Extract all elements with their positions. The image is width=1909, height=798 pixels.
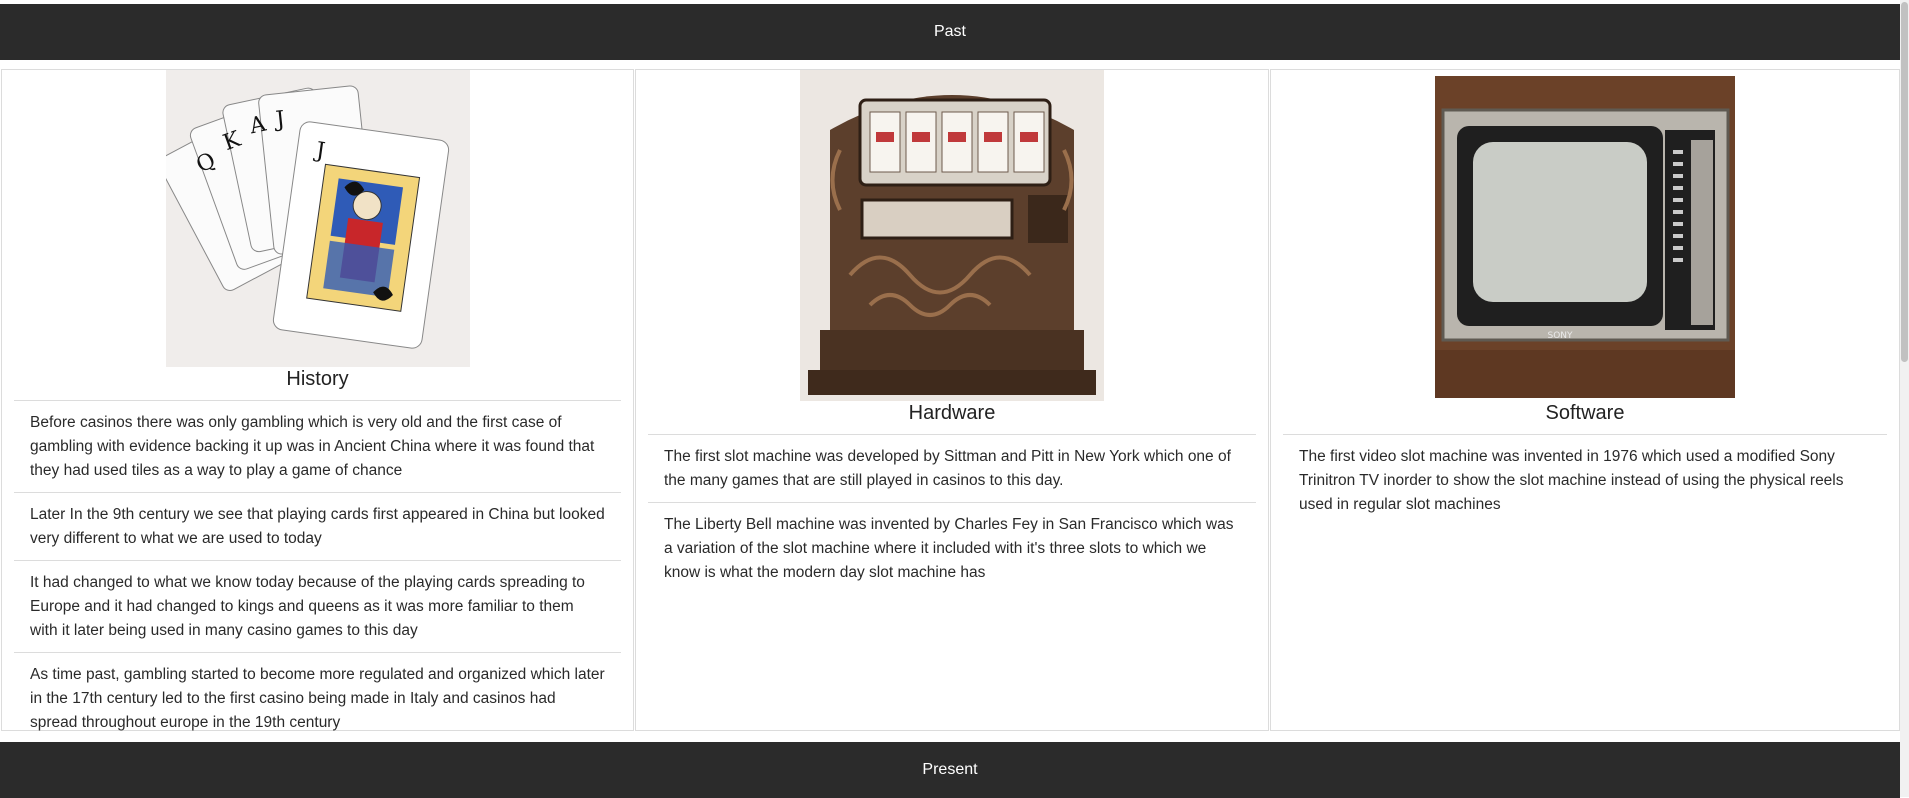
tv-brand-text: SONY <box>1547 331 1573 341</box>
hardware-list: The first slot machine was developed by … <box>648 434 1256 594</box>
hardware-card: Hardware The first slot machine was deve… <box>635 69 1269 731</box>
scrollbar-thumb[interactable] <box>1901 2 1908 362</box>
sony-tv-image: SONY <box>1433 70 1737 401</box>
playing-cards-image: Q K A J J <box>165 70 470 367</box>
card-row: Q K A J J History Before casinos there w… <box>0 69 1900 733</box>
history-title: History <box>286 368 349 390</box>
present-label: Present <box>922 761 978 778</box>
list-item: As time past, gambling started to become… <box>30 666 605 731</box>
list-item: The first slot machine was developed by … <box>648 435 1256 503</box>
software-list: The first video slot machine was invente… <box>1283 434 1887 526</box>
software-title: Software <box>1545 402 1625 424</box>
list-item: It had changed to what we know today bec… <box>14 561 621 653</box>
hardware-title: Hardware <box>908 402 996 424</box>
list-item: Later In the 9th century we see that pla… <box>14 493 621 561</box>
page-scrollbar[interactable] <box>1900 0 1909 797</box>
slot-machine-image <box>800 70 1104 401</box>
list-item: The first video slot machine was invente… <box>1299 448 1844 513</box>
history-card: Q K A J J History Before casinos there w… <box>1 69 634 731</box>
present-section-header[interactable]: Present <box>0 742 1900 798</box>
list-item: Before casinos there was only gambling w… <box>14 401 621 493</box>
history-list: Before casinos there was only gambling w… <box>14 400 621 744</box>
software-card: SONY Software The first video slot machi… <box>1270 69 1900 731</box>
past-section-header[interactable]: Past <box>0 4 1900 60</box>
list-item: The Liberty Bell machine was invented by… <box>664 516 1234 581</box>
past-label: Past <box>933 23 966 40</box>
